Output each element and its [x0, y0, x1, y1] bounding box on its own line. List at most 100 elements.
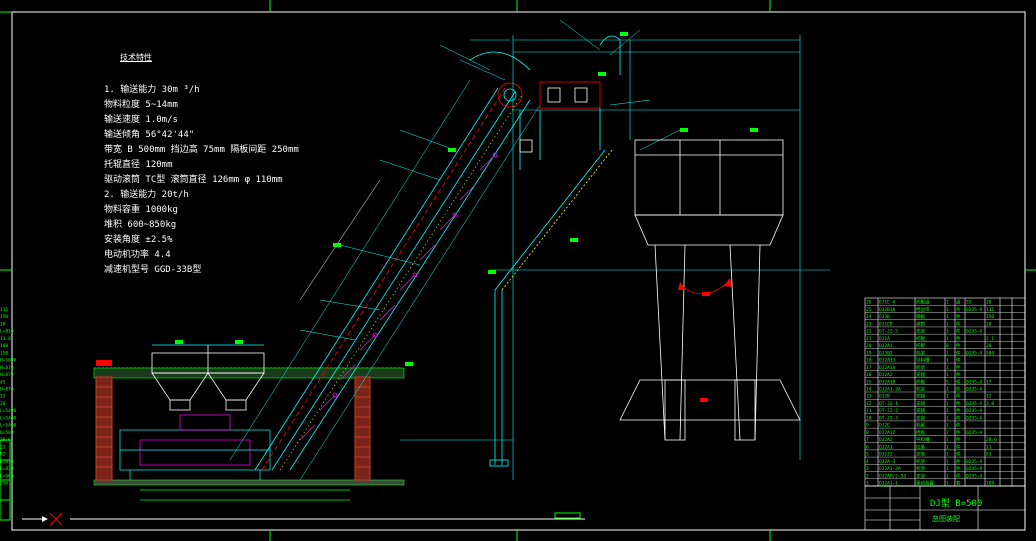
- bom-cell: 20: [0, 401, 6, 407]
- spec-line-7: 驱动滚筒 TC型 滚筒直径 126mm φ 110mm: [104, 175, 283, 185]
- bom-cell: DT-J2-5: [879, 329, 898, 335]
- bom-cell: 1: [866, 481, 869, 487]
- bom-cell: DJ2J2: [879, 452, 893, 458]
- bom-cell: 16: [866, 372, 872, 378]
- storage-silo: [619, 139, 801, 441]
- bom-cell: 8: [866, 430, 869, 436]
- bom-cell: 11: [986, 444, 992, 450]
- bom-cell: DJ1E-A: [879, 300, 896, 306]
- bom-cell: 托辊: [916, 378, 925, 385]
- bom-cell: 2: [866, 473, 869, 479]
- bom-cell: Q235-A: [966, 307, 983, 313]
- bom-cell: 1: [946, 321, 949, 327]
- bom-cell: 17: [986, 379, 992, 385]
- bom-cell: 2.8: [986, 401, 994, 407]
- bom-cell: 1: [946, 329, 949, 335]
- title-block-model: DJ型 B=500: [930, 498, 982, 509]
- bom-cell: L=5400: [0, 408, 17, 414]
- bom-cell: 支架: [916, 451, 925, 458]
- bom-cell: DT-J2-1: [879, 401, 898, 407]
- bom-cell: 20: [866, 343, 872, 349]
- bom-cell: 1: [946, 350, 949, 356]
- bom-cell: DJ2B: [879, 394, 890, 400]
- bom-cell: Q235-A: [966, 408, 983, 414]
- bom-cell: 支腿: [916, 393, 925, 400]
- bom-cell: DJ2A2: [879, 437, 893, 443]
- bom-cell: 托辊: [916, 335, 925, 342]
- spec-line-1: 1. 输送能力 30m ³/h: [104, 85, 200, 95]
- bom-cell: L=810: [0, 329, 14, 335]
- bom-cell: 件: [956, 400, 961, 407]
- bom-cell: 导料槽: [916, 436, 930, 443]
- bom-cell: 件: [956, 458, 961, 465]
- bom-cell: DJ3B2: [879, 350, 893, 356]
- bom-cell: 件: [956, 378, 961, 385]
- bom-cell: 件: [956, 313, 961, 320]
- bom-cell: 18: [866, 358, 872, 364]
- leader-lines: [299, 19, 681, 341]
- bom-cell: 1: [946, 387, 949, 393]
- bom-cell: 26: [866, 300, 872, 306]
- bom-cell: H=870: [0, 387, 14, 393]
- bom-cell: 5: [866, 452, 869, 458]
- bom-cell: L=870: [0, 459, 14, 465]
- spec-line-13: 减速机型号 GGD-33B型: [104, 265, 202, 275]
- bom-cell: 件: [956, 451, 961, 458]
- bom-cell: 支腿: [916, 371, 925, 378]
- bom-cell: 件: [956, 364, 961, 371]
- bom-cell: 150: [986, 314, 994, 320]
- bom-cell: 2.1: [986, 336, 994, 342]
- bom-cell: 25: [866, 307, 872, 313]
- bom-cell: 7: [866, 437, 869, 443]
- bom-cell: 1: [946, 437, 949, 443]
- bom-cell: 件: [956, 429, 961, 436]
- bom-cell: 1: [946, 307, 949, 313]
- brick-wall-left: [95, 360, 113, 481]
- spec-line-11: 安装角度 ±2.5%: [104, 235, 173, 245]
- bom-cell: D=500: [0, 430, 14, 436]
- bom-cell: 件: [956, 393, 961, 400]
- bom-cell: 13: [866, 394, 872, 400]
- bom-cell: 件: [956, 328, 961, 335]
- bom-cell: DJ2A1A: [879, 365, 896, 371]
- bom-cell: 108: [0, 343, 8, 349]
- bom-cell: 件: [956, 465, 961, 472]
- bom-cell: 支腿: [916, 407, 925, 414]
- bom-cell: 机架: [916, 386, 925, 393]
- bom-cell: 1: [946, 372, 949, 378]
- bom-cell: Q235-A: [966, 459, 983, 465]
- bom-cell: DT-J2-2: [879, 408, 898, 414]
- spec-line-5: 带宽 B 500mm 挡边高 75mm 隔板间距 250mm: [104, 145, 299, 155]
- bom-cell: 滚筒: [916, 320, 925, 327]
- bom-cell: 支腿: [916, 400, 925, 407]
- bom-cell: 32: [0, 394, 6, 400]
- bom-cell: DJ2A1J: [879, 358, 896, 364]
- bom-cell: DJ1ED: [879, 321, 893, 327]
- bom-cell: DJ1A: [879, 336, 890, 342]
- spec-line-9: 物料容重 1000kg: [104, 205, 178, 215]
- bom-cell: 5: [946, 379, 949, 385]
- bom-cell: 挡边带: [916, 306, 930, 313]
- bom-cell: Q235-A: [966, 350, 983, 356]
- bom-cell: 1: [946, 314, 949, 320]
- bom-cell: 52: [0, 452, 6, 458]
- bom-cell: 11: [866, 408, 872, 414]
- bom-cell: 1: [946, 365, 949, 371]
- bom-cell: 21: [866, 336, 872, 342]
- bom-cell: 机架: [916, 364, 925, 371]
- spec-line-3: 输送速度 1.0m/s: [104, 115, 178, 125]
- bom-cell: 件: [956, 436, 961, 443]
- bom-cell: 件: [956, 386, 961, 393]
- bom-cell: 件: [956, 320, 961, 327]
- spec-line-12: 电动机功率 4.4: [104, 250, 171, 260]
- support-structure: [400, 35, 830, 480]
- bom-cell: DJ2A1: [879, 444, 893, 450]
- bom-cell: L=5400: [0, 423, 17, 429]
- spec-heading: 技术特性: [120, 53, 152, 62]
- bom-cell: 2: [946, 430, 949, 436]
- bom-cell: 套: [956, 480, 961, 487]
- bom-cell: 1: [946, 444, 949, 450]
- bom-cell: 28: [986, 343, 992, 349]
- bom-cell: DT-J2-3: [879, 415, 898, 421]
- bom-cell: L=600: [0, 473, 14, 479]
